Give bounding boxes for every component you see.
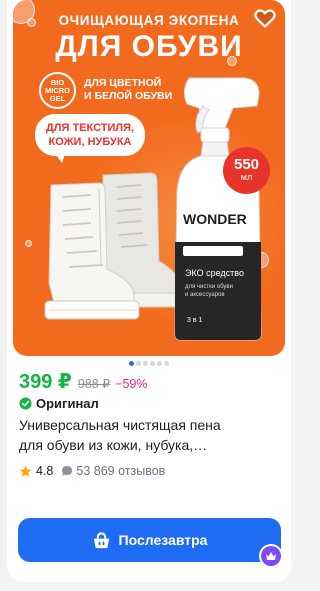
old-price: 988 ₽ xyxy=(77,377,111,391)
carousel-dot[interactable] xyxy=(150,361,155,366)
bottle-label-line: ЭКО средство xyxy=(185,268,244,278)
discount-badge: −59% xyxy=(115,377,148,391)
rating-value: 4.8 xyxy=(36,464,54,478)
color-shoes-text: ДЛЯ ЦВЕТНОЙ И БЕЛОЙ ОБУВИ xyxy=(84,77,172,103)
bottle-label-line: для чистки обуви xyxy=(185,284,233,290)
promo-subheading: ОЧИЩАЮЩАЯ ЭКОПЕНА xyxy=(58,13,240,28)
product-card[interactable]: ОЧИЩАЮЩАЯ ЭКОПЕНА ДЛЯ ОБУВИ BIO MICRO GE… xyxy=(7,0,291,582)
bio-micro-gel-badge: BIO MICRO GEL xyxy=(39,72,76,109)
product-image[interactable]: ОЧИЩАЮЩАЯ ЭКОПЕНА ДЛЯ ОБУВИ BIO MICRO GE… xyxy=(13,0,285,356)
rating-row[interactable]: 4.8 53 869 отзывов xyxy=(19,462,165,480)
color-text-line: ДЛЯ ЦВЕТНОЙ xyxy=(84,77,162,89)
product-title[interactable]: Универсальная чистящая пена для обуви из… xyxy=(19,415,281,455)
bottle-brand: WONDER xyxy=(183,211,247,227)
product-title-line: для обуви из кожи, нубука,… xyxy=(19,437,208,453)
bottle-label-line: и аксессуаров xyxy=(185,292,225,298)
bubble-line: ДЛЯ ТЕКСТИЛЯ, xyxy=(45,122,135,134)
buy-button[interactable]: Послезавтра xyxy=(18,518,281,562)
basket-icon xyxy=(93,531,109,548)
spray-bottle-illustration: WONDER ЭКО средство для чистки обуви и а… xyxy=(174,77,262,341)
check-badge-icon xyxy=(19,396,32,410)
color-text-line: И БЕЛОЙ ОБУВИ xyxy=(84,90,173,102)
star-icon xyxy=(19,465,32,477)
current-price: 399 ₽ xyxy=(19,371,72,393)
carousel-dot[interactable] xyxy=(136,361,141,366)
premium-badge xyxy=(259,544,283,568)
bio-badge-line: GEL xyxy=(49,94,66,103)
materials-bubble: ДЛЯ ТЕКСТИЛЯ, КОЖИ, НУБУКА xyxy=(35,114,145,156)
carousel-dot[interactable] xyxy=(157,361,162,366)
carousel-dot[interactable] xyxy=(143,361,148,366)
carousel-dots[interactable] xyxy=(7,361,291,367)
carousel-dot-active[interactable] xyxy=(129,361,134,366)
heart-icon[interactable] xyxy=(253,6,277,30)
original-badge: Оригинал xyxy=(19,395,99,411)
price-row: 399 ₽ 988 ₽ −59% xyxy=(19,369,147,393)
volume-number: 550 xyxy=(233,156,260,173)
volume-badge: 550 мл xyxy=(223,147,270,194)
chat-icon xyxy=(62,466,73,476)
reviews-count: 53 869 отзывов xyxy=(76,464,166,478)
buy-button-label: Послезавтра xyxy=(118,532,208,548)
foam-bubble xyxy=(25,240,32,247)
crown-icon xyxy=(261,546,281,566)
bubble-line: КОЖИ, НУБУКА xyxy=(48,136,132,148)
original-label: Оригинал xyxy=(36,395,99,411)
bottle-badge: 3 в 1 xyxy=(187,317,203,324)
bubble-tail xyxy=(53,151,66,163)
product-title-line: Универсальная чистящая пена xyxy=(19,417,221,433)
volume-unit: мл xyxy=(240,172,253,182)
carousel-dot[interactable] xyxy=(164,361,169,366)
promo-heading: ДЛЯ ОБУВИ xyxy=(55,30,243,63)
